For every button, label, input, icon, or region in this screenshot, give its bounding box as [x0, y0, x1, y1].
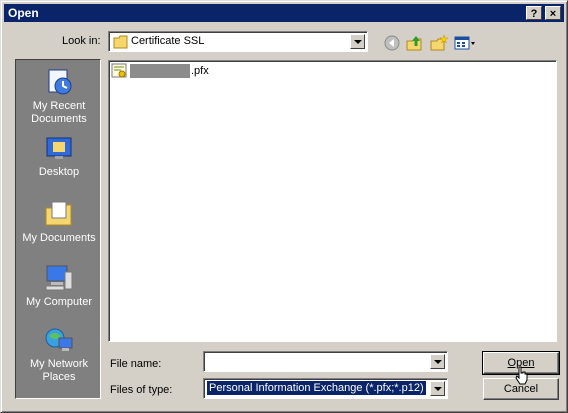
files-of-type-label: Files of type:: [110, 384, 173, 396]
place-desktop[interactable]: Desktop: [16, 132, 102, 179]
look-in-combo[interactable]: Certificate SSL: [108, 31, 368, 52]
file-list[interactable]: .pfx: [108, 60, 557, 342]
look-in-value: Certificate SSL: [131, 35, 205, 47]
folder-icon: [113, 35, 128, 49]
desktop-icon: [46, 137, 72, 159]
open-dialog: Open ? × Look in: Certificate SSL My Rec…: [0, 0, 568, 413]
my-computer-icon: [45, 265, 73, 291]
title-bar[interactable]: Open ? ×: [4, 4, 564, 22]
file-name-label: File name:: [110, 358, 162, 370]
view-menu-icon[interactable]: [453, 33, 477, 53]
place-my-recent-documents[interactable]: My Recent Documents: [16, 66, 102, 126]
mouse-cursor-icon: [515, 366, 528, 385]
place-my-computer[interactable]: My Computer: [16, 262, 102, 309]
files-of-type-combo[interactable]: Personal Information Exchange (*.pfx;*.p…: [203, 378, 448, 399]
look-in-label: Look in:: [62, 35, 101, 47]
network-places-icon: [45, 328, 73, 351]
place-label: My Documents: [22, 232, 96, 244]
place-label: Desktop: [38, 166, 80, 178]
place-label: My Network Places: [29, 358, 89, 383]
back-icon[interactable]: [382, 33, 402, 53]
window-title: Open: [8, 6, 39, 20]
files-of-type-value: Personal Information Exchange (*.pfx;*.p…: [206, 380, 427, 396]
new-folder-icon[interactable]: [429, 33, 449, 53]
certificate-file-icon: [111, 63, 127, 78]
file-name-combo[interactable]: [203, 351, 448, 372]
files-of-type-dropdown-button[interactable]: [430, 381, 445, 396]
close-button[interactable]: ×: [545, 6, 561, 20]
my-documents-icon: [45, 201, 72, 226]
file-name-redacted: [130, 64, 190, 78]
up-folder-icon[interactable]: [405, 33, 425, 53]
place-my-documents[interactable]: My Documents: [16, 198, 102, 245]
place-label: My Computer: [25, 296, 93, 308]
recent-documents-icon: [48, 69, 72, 95]
help-button[interactable]: ?: [526, 6, 542, 20]
file-name-dropdown-button[interactable]: [430, 354, 445, 369]
file-name-input[interactable]: [207, 354, 427, 368]
look-in-dropdown-button[interactable]: [350, 34, 365, 49]
place-my-network-places[interactable]: My Network Places: [16, 324, 102, 384]
file-extension: .pfx: [191, 65, 209, 77]
place-label: My Recent Documents: [31, 100, 87, 125]
places-bar: My Recent Documents Desktop My Documents…: [15, 59, 101, 399]
